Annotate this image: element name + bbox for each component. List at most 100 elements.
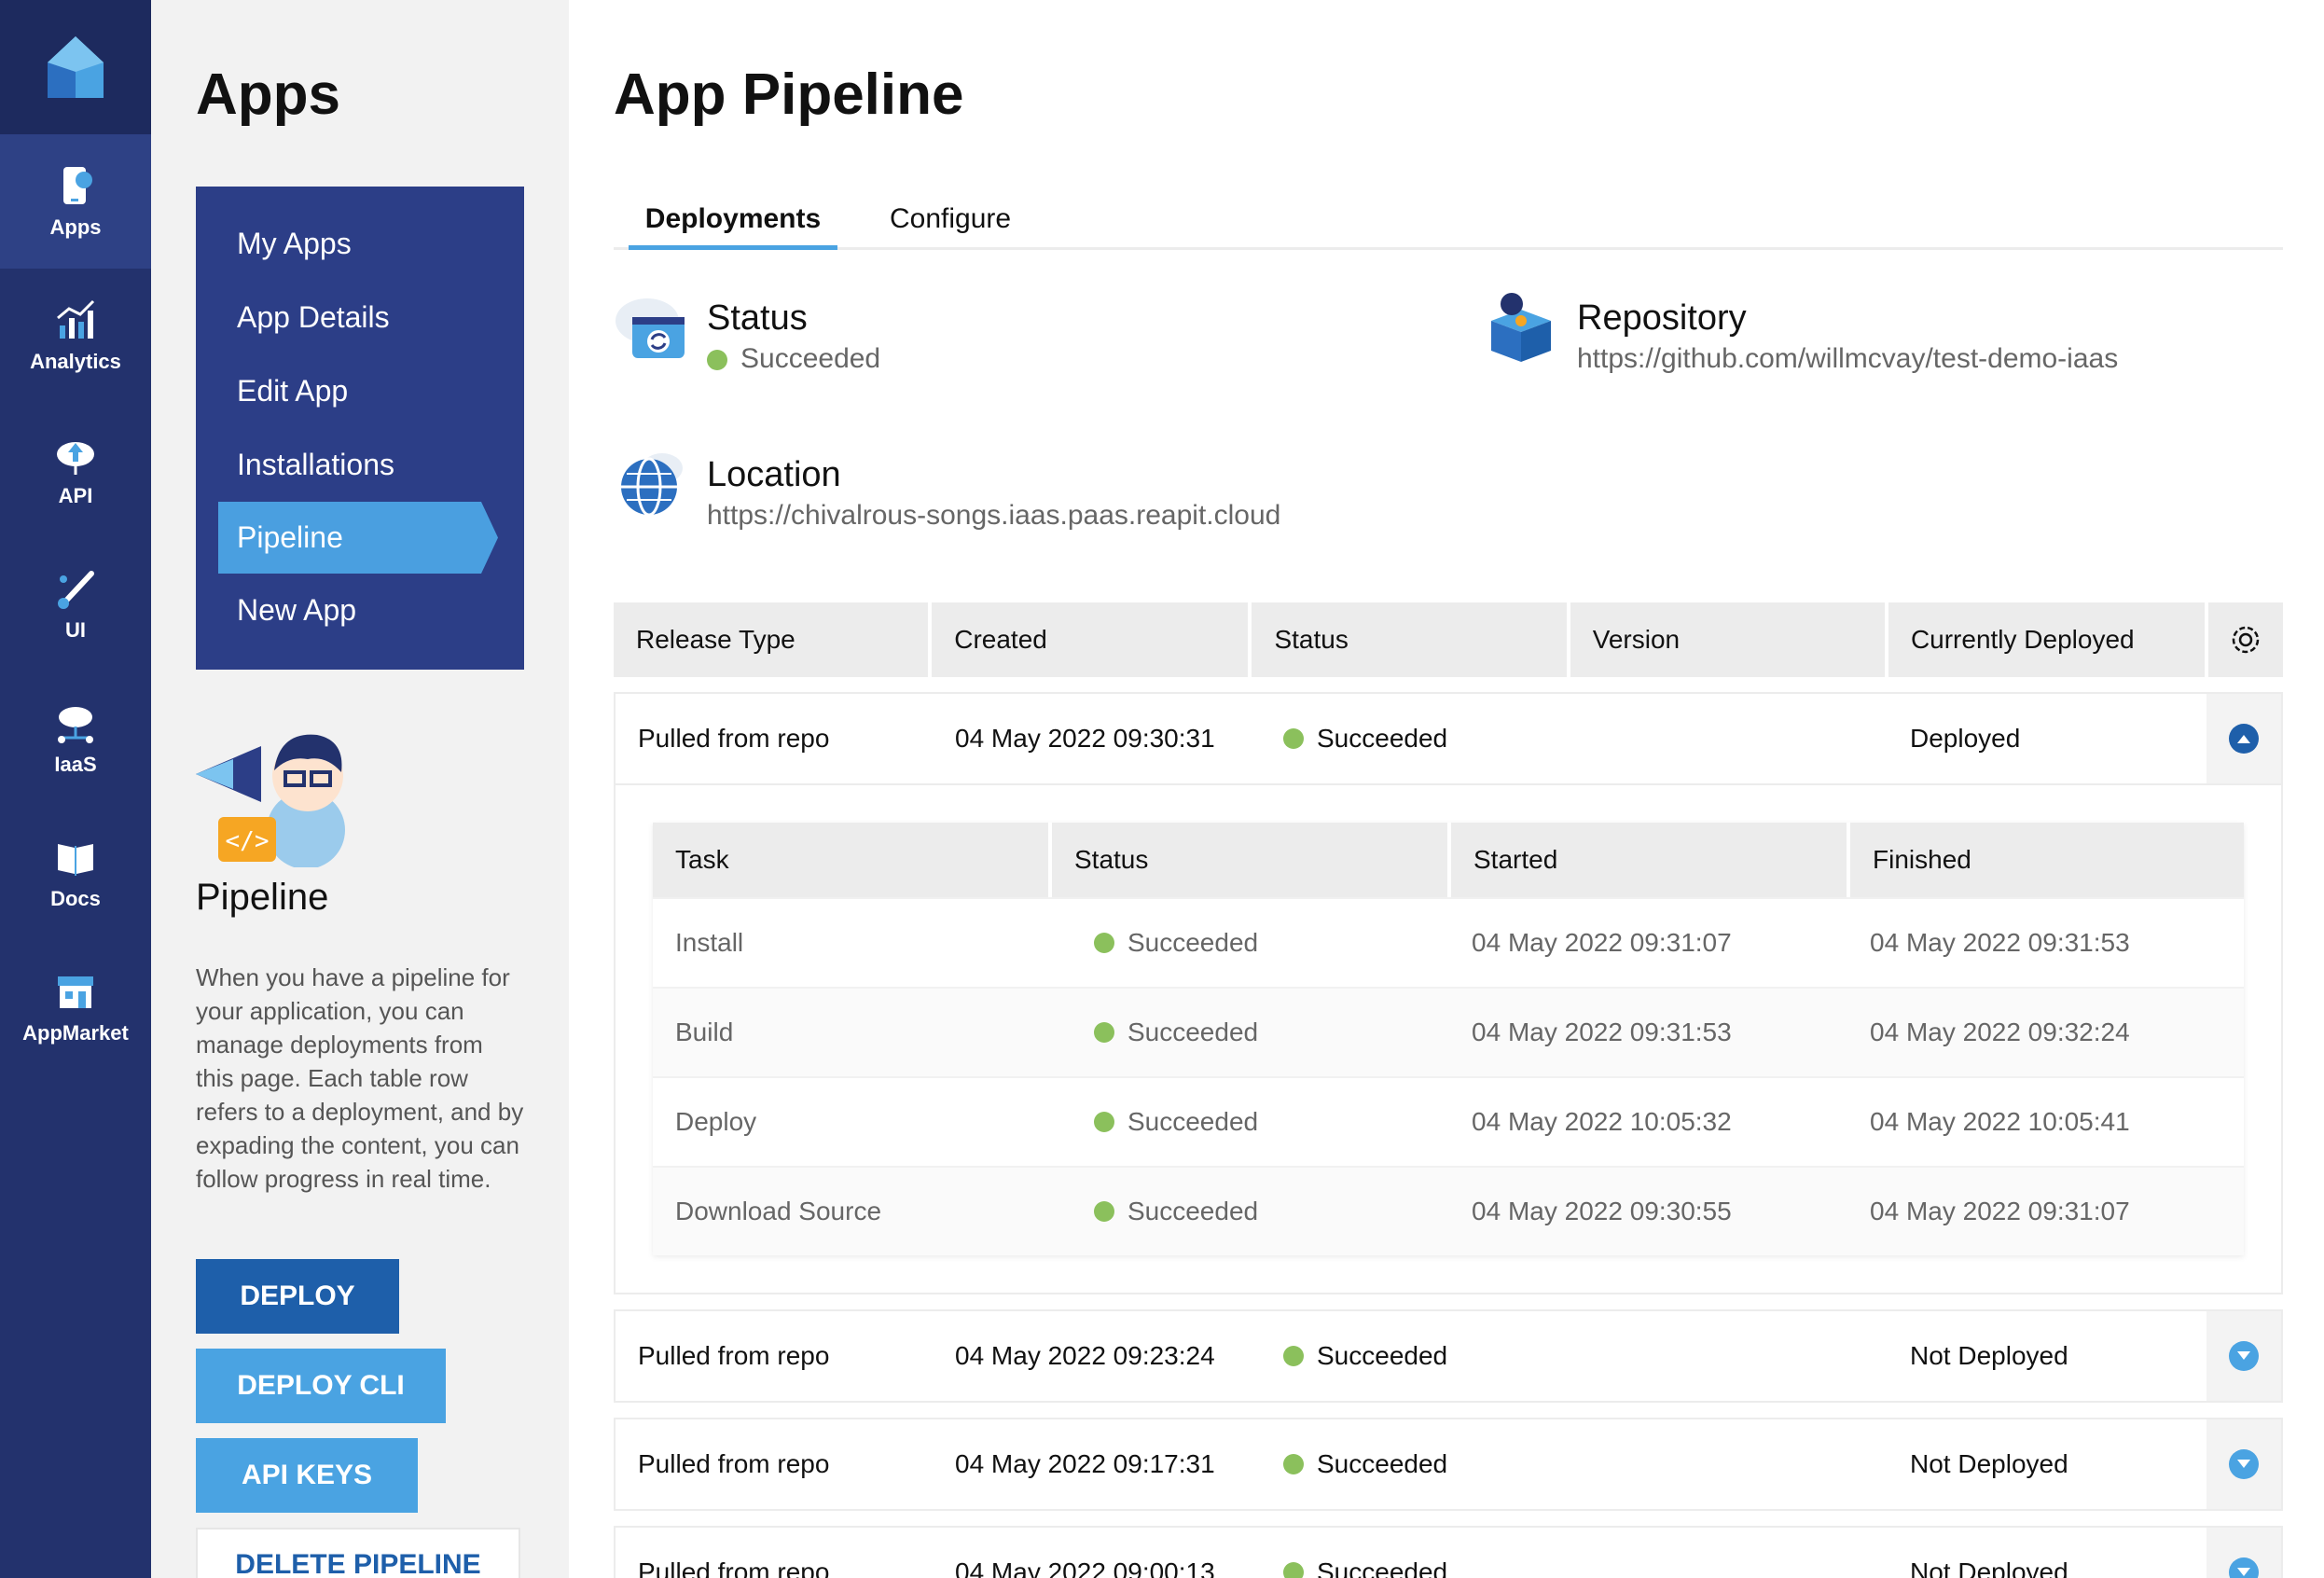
nav-item-ui[interactable]: UI [0, 537, 151, 671]
nav-label: API [58, 484, 93, 507]
task-started: 04 May 2022 10:05:32 [1472, 1107, 1732, 1136]
storefront-icon [58, 976, 93, 1008]
success-dot [1093, 933, 1114, 953]
deploy-button[interactable]: DEPLOY [196, 1259, 399, 1334]
nav-item-analytics[interactable]: Analytics [0, 269, 151, 403]
success-dot [1093, 1022, 1114, 1043]
expand-row-button[interactable] [2206, 1311, 2281, 1401]
currently-deployed-cell: Not Deployed [1910, 1449, 2068, 1478]
main-content: App Pipeline Deployments Configure Statu… [614, 0, 2283, 1578]
deployments-table-header: Release Type Created Status Version Curr… [614, 602, 2283, 677]
menu-item-my-apps[interactable]: My Apps [196, 207, 524, 281]
nav-item-api[interactable]: API [0, 403, 151, 537]
analytics-chart-icon [57, 299, 95, 339]
nav-label: Docs [50, 887, 101, 910]
deployment-row[interactable]: Pulled from repo 04 May 2022 09:30:31 Su… [614, 692, 2283, 785]
task-finished: 04 May 2022 09:31:07 [1870, 1197, 2130, 1225]
success-dot [1283, 728, 1304, 749]
currently-deployed-cell: Deployed [1910, 724, 2021, 753]
task-status-text: Succeeded [1127, 928, 1259, 957]
tab-configure[interactable]: Configure [890, 203, 1011, 250]
status-value: Succeeded [707, 343, 880, 375]
menu-item-app-details[interactable]: App Details [196, 281, 524, 354]
developer-illustration: </> [196, 734, 345, 867]
deployment-row[interactable]: Pulled from repo 04 May 2022 09:23:24 Su… [614, 1309, 2283, 1403]
location-url[interactable]: https://chivalrous-songs.iaas.paas.reapi… [707, 500, 1280, 532]
nav-label: Analytics [30, 350, 121, 373]
status-info: Status Succeeded [614, 289, 1360, 382]
nav-item-iaas[interactable]: IaaS [0, 671, 151, 806]
nav-item-docs[interactable]: Docs [0, 806, 151, 940]
release-type-cell: Pulled from repo [638, 1449, 830, 1478]
repository-label: Repository [1577, 298, 1747, 338]
task-row: Build Succeeded 04 May 2022 09:31:53 04 … [653, 987, 2244, 1076]
chevron-down-icon [2237, 1351, 2250, 1360]
success-dot [1093, 1201, 1114, 1222]
task-status: Succeeded [1051, 899, 1446, 987]
status-cell: Succeeded [1283, 1528, 1447, 1578]
deploy-cli-button[interactable]: DEPLOY CLI [196, 1349, 446, 1423]
column-header-version: Version [1570, 602, 1885, 677]
created-cell: 04 May 2022 09:17:31 [955, 1449, 1215, 1478]
menu-item-pipeline[interactable]: Pipeline [218, 502, 498, 574]
task-finished: 04 May 2022 09:32:24 [1870, 1017, 2130, 1046]
status-cell: Succeeded [1283, 694, 1447, 783]
apps-sidebar: Apps My Apps App Details Edit App Instal… [151, 0, 569, 1578]
reapit-logo[interactable] [0, 0, 151, 134]
success-dot [707, 350, 727, 371]
column-header-started: Started [1451, 823, 1847, 897]
api-keys-button[interactable]: API KEYS [196, 1438, 418, 1513]
task-status: Succeeded [1051, 1168, 1446, 1255]
task-name: Download Source [675, 1197, 882, 1225]
task-status: Succeeded [1051, 989, 1446, 1076]
nav-item-apps[interactable]: Apps [0, 134, 151, 269]
tasks-body: Install Succeeded 04 May 2022 09:31:07 0… [653, 897, 2244, 1255]
chevron-down-icon [2237, 1568, 2250, 1576]
table-settings-button[interactable] [2208, 602, 2283, 677]
task-started: 04 May 2022 09:31:07 [1472, 928, 1732, 957]
mobile-app-icon [63, 167, 92, 204]
menu-item-installations[interactable]: Installations [196, 428, 524, 502]
nav-label: IaaS [54, 753, 97, 776]
task-name: Build [675, 1017, 734, 1046]
logo-icon [48, 36, 104, 98]
cloud-upload-icon [57, 442, 94, 475]
release-type-cell: Pulled from repo [638, 1341, 830, 1370]
menu-item-new-app[interactable]: New App [196, 574, 524, 647]
deployment-row[interactable]: Pulled from repo 04 May 2022 09:17:31 Su… [614, 1418, 2283, 1511]
expand-row-button[interactable] [2206, 1419, 2281, 1509]
nav-label: UI [65, 618, 86, 642]
repository-url[interactable]: https://github.com/willmcvay/test-demo-i… [1577, 343, 2118, 375]
globe-cloud-icon [621, 453, 683, 517]
column-header-status: Status [1252, 602, 1567, 677]
paint-brush-icon [58, 571, 94, 609]
sidebar-title: Apps [196, 62, 340, 127]
success-dot [1093, 1112, 1114, 1132]
deployment-details: Task Status Started Finished Install Suc… [614, 785, 2283, 1294]
task-status-text: Succeeded [1127, 1017, 1259, 1046]
task-finished: 04 May 2022 10:05:41 [1870, 1107, 2130, 1136]
status-text: Succeeded [1317, 1557, 1448, 1578]
status-label: Status [707, 298, 808, 338]
chevron-up-icon [2237, 735, 2250, 743]
release-type-cell: Pulled from repo [638, 724, 830, 753]
sidebar-section-title: Pipeline [196, 877, 329, 918]
tabs: Deployments Configure [614, 196, 2283, 250]
tab-deployments[interactable]: Deployments [629, 203, 837, 250]
apps-menu: My Apps App Details Edit App Installatio… [196, 187, 524, 670]
collapse-row-button[interactable] [2206, 694, 2281, 783]
status-cell: Succeeded [1283, 1419, 1447, 1509]
task-name: Install [675, 928, 744, 957]
nav-label: Apps [49, 215, 102, 239]
created-cell: 04 May 2022 09:23:24 [955, 1341, 1215, 1370]
task-started: 04 May 2022 09:31:53 [1472, 1017, 1732, 1046]
status-cell: Succeeded [1283, 1311, 1447, 1401]
delete-pipeline-button[interactable]: DELETE PIPELINE [196, 1528, 520, 1578]
deployment-row[interactable]: Pulled from repo 04 May 2022 09:00:13 Su… [614, 1526, 2283, 1578]
nav-item-appmarket[interactable]: AppMarket [0, 940, 151, 1074]
menu-item-edit-app[interactable]: Edit App [196, 354, 524, 428]
currently-deployed-cell: Not Deployed [1910, 1341, 2068, 1370]
expand-row-button[interactable] [2206, 1528, 2281, 1578]
column-header-task: Task [653, 823, 1048, 897]
page-title: App Pipeline [614, 62, 964, 127]
